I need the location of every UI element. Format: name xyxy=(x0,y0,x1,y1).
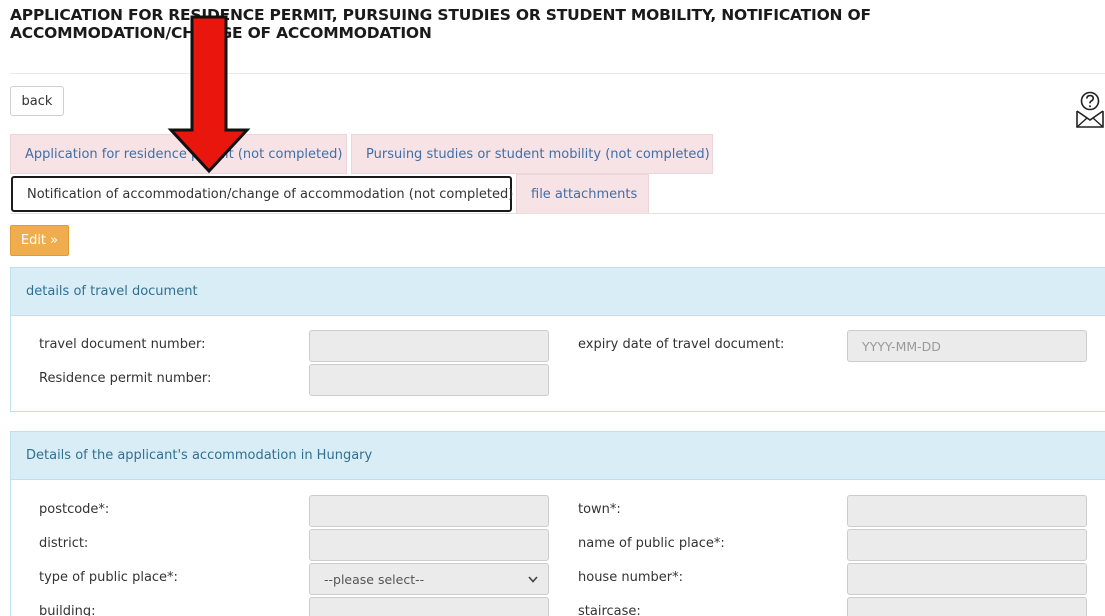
travel-document-number-input[interactable] xyxy=(309,330,549,362)
back-button[interactable]: back xyxy=(10,86,64,116)
tab-file-attachments[interactable]: file attachments xyxy=(516,174,649,214)
residence-permit-number-label: Residence permit number: xyxy=(39,371,212,386)
building-label: building: xyxy=(39,604,96,616)
envelope-question-icon[interactable] xyxy=(1074,90,1105,130)
public-place-name-input[interactable] xyxy=(847,529,1087,561)
house-number-input[interactable] xyxy=(847,563,1087,595)
town-input[interactable] xyxy=(847,495,1087,527)
residence-permit-number-input[interactable] xyxy=(309,364,549,396)
travel-document-heading: details of travel document xyxy=(11,268,1105,316)
tab-accommodation[interactable]: Notification of accommodation/change of … xyxy=(11,176,513,212)
town-label: town*: xyxy=(578,502,621,517)
edit-button[interactable]: Edit » xyxy=(10,225,69,256)
public-place-name-label: name of public place*: xyxy=(578,536,725,551)
staircase-label: staircase: xyxy=(578,604,641,616)
public-place-type-select[interactable]: --please select-- xyxy=(309,563,549,595)
travel-document-number-label: travel document number: xyxy=(39,337,206,352)
expiry-date-input[interactable]: YYYY-MM-DD xyxy=(847,330,1087,362)
public-place-type-value: --please select-- xyxy=(324,571,425,587)
expiry-date-label: expiry date of travel document: xyxy=(578,337,785,352)
application-page: APPLICATION FOR RESIDENCE PERMIT, PURSUI… xyxy=(0,0,1105,616)
accommodation-heading: Details of the applicant's accommodation… xyxy=(11,432,1105,480)
house-number-label: house number*: xyxy=(578,570,683,585)
postcode-label: postcode*: xyxy=(39,502,110,517)
red-arrow-annotation-icon xyxy=(167,15,251,174)
tabs-underline xyxy=(10,213,1105,214)
public-place-type-label: type of public place*: xyxy=(39,570,178,585)
staircase-input[interactable] xyxy=(847,597,1087,616)
chevron-down-icon xyxy=(528,575,538,583)
building-input[interactable] xyxy=(309,597,549,616)
postcode-input[interactable] xyxy=(309,495,549,527)
tab-studies-mobility[interactable]: Pursuing studies or student mobility (no… xyxy=(351,134,713,174)
district-input[interactable] xyxy=(309,529,549,561)
district-label: district: xyxy=(39,536,89,551)
